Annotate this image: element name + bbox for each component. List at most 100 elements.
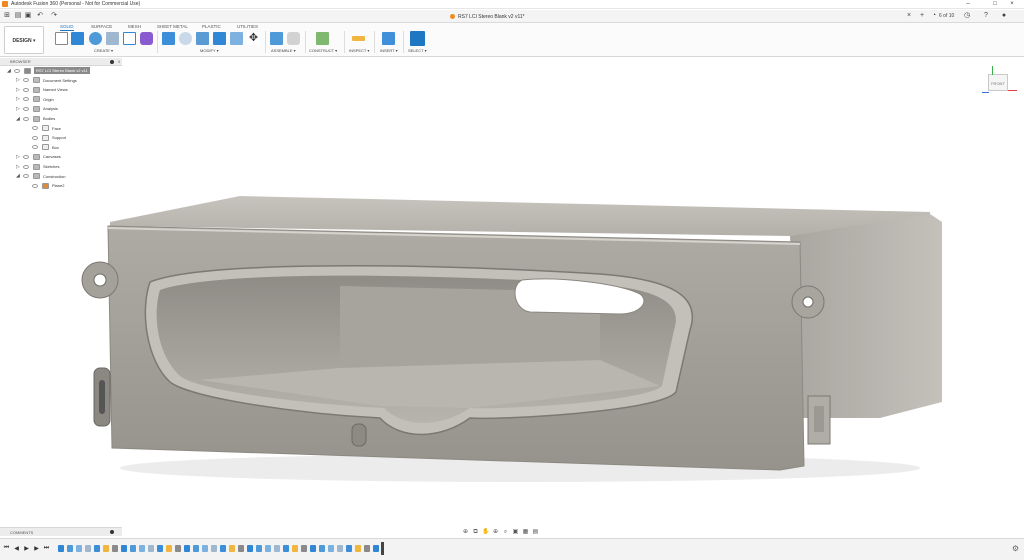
file-menu-icon[interactable]: ▤: [14, 12, 22, 20]
timeline-feature-icon[interactable]: [283, 545, 289, 552]
timeline-feature-icon[interactable]: [202, 545, 208, 552]
look-at-icon[interactable]: ⧉: [472, 529, 479, 536]
browser-item[interactable]: Face: [0, 124, 122, 133]
user-avatar-icon[interactable]: ●: [1000, 12, 1008, 20]
tab-mesh[interactable]: MESH: [128, 24, 141, 29]
visibility-eye-icon[interactable]: [23, 106, 29, 111]
select-icon[interactable]: [410, 31, 425, 46]
help-icon[interactable]: ?: [982, 12, 990, 20]
step-forward-icon[interactable]: ▶: [33, 545, 40, 552]
timeline-marker[interactable]: [381, 542, 384, 555]
app-grid-icon[interactable]: ⊞: [3, 12, 11, 20]
timeline-feature-icon[interactable]: [319, 545, 325, 552]
timeline-feature-icon[interactable]: [238, 545, 244, 552]
select-group-label[interactable]: SELECT ▾: [408, 48, 427, 53]
timeline-feature-icon[interactable]: [328, 545, 334, 552]
timeline-feature-icon[interactable]: [292, 545, 298, 552]
timeline-feature-icon[interactable]: [112, 545, 118, 552]
fit-icon[interactable]: ⌕: [502, 529, 509, 536]
add-comment-icon[interactable]: [110, 530, 114, 534]
collapse-arrow-icon[interactable]: ◢: [16, 173, 22, 179]
browser-item[interactable]: ▷ Canvases: [0, 152, 122, 161]
timeline-feature-icon[interactable]: [166, 545, 172, 552]
timeline-feature-icon[interactable]: [76, 545, 82, 552]
timeline-settings-icon[interactable]: ⚙: [1012, 544, 1019, 553]
collapse-arrow-icon[interactable]: ◢: [7, 68, 13, 74]
browser-item[interactable]: ▷ Named Views: [0, 85, 122, 94]
construct-group-label[interactable]: CONSTRUCT ▾: [309, 48, 337, 53]
view-cube-front[interactable]: FRONT: [988, 74, 1008, 91]
new-component-icon[interactable]: [270, 32, 283, 45]
assemble-group-label[interactable]: ASSEMBLE ▾: [271, 48, 296, 53]
visibility-eye-icon[interactable]: [32, 126, 38, 131]
step-back-icon[interactable]: ◀: [13, 545, 20, 552]
visibility-eye-icon[interactable]: [32, 183, 38, 188]
browser-item[interactable]: ▷ Analysis: [0, 104, 122, 113]
combine-icon[interactable]: [213, 32, 226, 45]
view-cube[interactable]: FRONT: [982, 64, 1018, 100]
close-button[interactable]: ×: [1000, 0, 1024, 9]
hole-icon[interactable]: [106, 32, 119, 45]
timeline-feature-icon[interactable]: [346, 545, 352, 552]
timeline-feature-icon[interactable]: [373, 545, 379, 552]
timeline-feature-icon[interactable]: [337, 545, 343, 552]
offset-face-icon[interactable]: [230, 32, 243, 45]
measure-icon[interactable]: [352, 36, 365, 41]
timeline-feature-icon[interactable]: [157, 545, 163, 552]
redo-icon[interactable]: ↷: [50, 12, 58, 20]
visibility-eye-icon[interactable]: [23, 78, 29, 83]
tab-surface[interactable]: SURFACE: [91, 24, 112, 29]
press-pull-icon[interactable]: [162, 32, 175, 45]
insert-image-icon[interactable]: [382, 32, 395, 45]
go-to-start-icon[interactable]: ⏮: [3, 545, 10, 552]
timeline-feature-icon[interactable]: [256, 545, 262, 552]
go-to-end-icon[interactable]: ⏭: [43, 545, 50, 552]
tab-utilities[interactable]: UTILITIES: [237, 24, 258, 29]
timeline-feature-icon[interactable]: [121, 545, 127, 552]
create-group-label[interactable]: CREATE ▾: [94, 48, 113, 53]
tab-solid[interactable]: SOLID: [60, 24, 74, 31]
expand-arrow-icon[interactable]: ▷: [16, 154, 22, 160]
zoom-icon[interactable]: ⊕: [492, 529, 499, 536]
canvas-viewport[interactable]: [0, 58, 1024, 526]
expand-arrow-icon[interactable]: ▷: [16, 77, 22, 83]
workspace-switcher[interactable]: DESIGN ▾: [4, 26, 44, 54]
visibility-eye-icon[interactable]: [32, 145, 38, 150]
visibility-eye-icon[interactable]: [14, 68, 20, 73]
visibility-eye-icon[interactable]: [23, 164, 29, 169]
play-icon[interactable]: ▶: [23, 545, 30, 552]
visibility-eye-icon[interactable]: [23, 116, 29, 121]
document-tab[interactable]: RS7 LCI Stereo Blank v2 v11*: [450, 11, 525, 22]
browser-item[interactable]: ▷ Sketches: [0, 162, 122, 171]
expand-arrow-icon[interactable]: ▷: [16, 96, 22, 102]
insert-group-label[interactable]: INSERT ▾: [380, 48, 398, 53]
timeline-feature-icon[interactable]: [301, 545, 307, 552]
expand-arrow-icon[interactable]: ▷: [16, 87, 22, 93]
pattern-icon[interactable]: [123, 32, 136, 45]
browser-item[interactable]: Support: [0, 133, 122, 142]
move-icon[interactable]: ✥: [247, 32, 260, 45]
viewports-icon[interactable]: ▤: [532, 529, 539, 536]
timeline-feature-icon[interactable]: [355, 545, 361, 552]
timeline-feature-icon[interactable]: [220, 545, 226, 552]
timeline-feature-icon[interactable]: [175, 545, 181, 552]
timeline-feature-icon[interactable]: [184, 545, 190, 552]
timeline-feature-icon[interactable]: [265, 545, 271, 552]
revolve-icon[interactable]: [89, 32, 102, 45]
offset-plane-icon[interactable]: [316, 32, 329, 45]
pin-icon[interactable]: [110, 60, 114, 64]
tab-sheet-metal[interactable]: SHEET METAL: [157, 24, 188, 29]
timeline-feature-icon[interactable]: [247, 545, 253, 552]
grid-settings-icon[interactable]: ▦: [522, 529, 529, 536]
modify-group-label[interactable]: MODIFY ▾: [200, 48, 219, 53]
timeline-feature-icon[interactable]: [67, 545, 73, 552]
extrude-icon[interactable]: [71, 32, 84, 45]
new-tab-icon[interactable]: +: [918, 12, 926, 20]
timeline-feature-icon[interactable]: [193, 545, 199, 552]
inspect-group-label[interactable]: INSPECT ▾: [349, 48, 369, 53]
timeline-feature-icon[interactable]: [148, 545, 154, 552]
timeline-feature-icon[interactable]: [139, 545, 145, 552]
model-view[interactable]: [0, 58, 1024, 526]
close-tab-icon[interactable]: ×: [905, 12, 913, 20]
create-sketch-icon[interactable]: [55, 32, 68, 45]
